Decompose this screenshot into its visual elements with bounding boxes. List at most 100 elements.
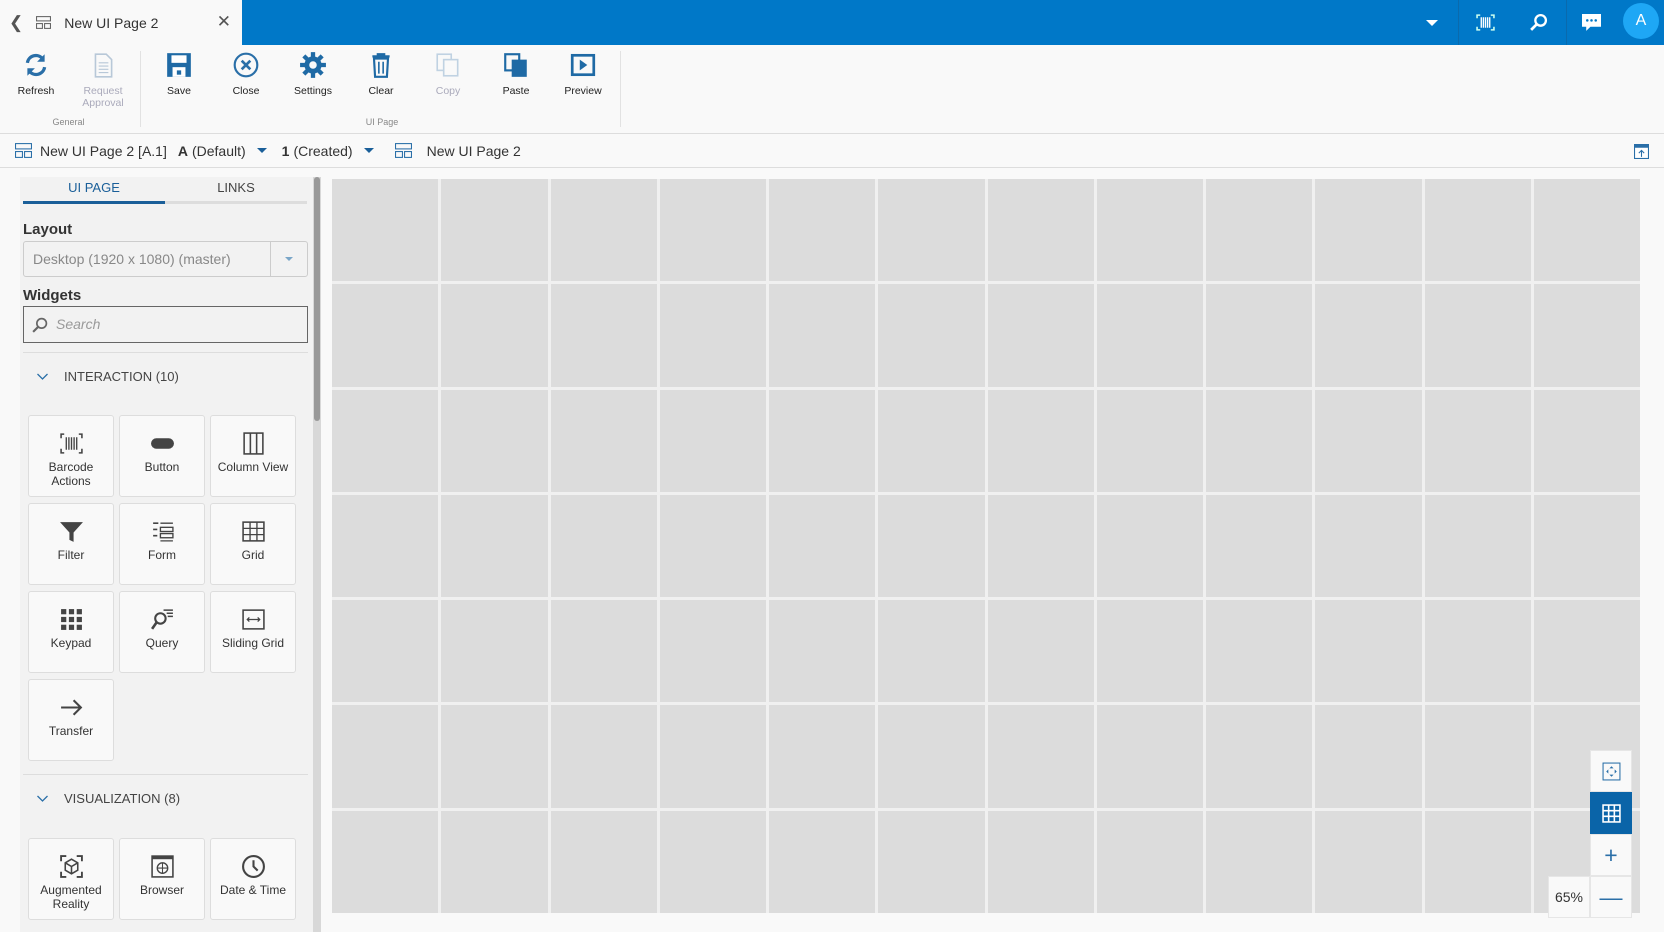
grid-cell[interactable] [769,284,876,387]
section-interaction[interactable]: INTERACTION (10) [36,369,179,384]
save-button[interactable]: Save [146,51,212,97]
grid-cell[interactable] [332,284,439,387]
widget-transfer[interactable]: Transfer [28,679,114,761]
widget-date-time[interactable]: Date & Time [210,838,296,920]
grid-cell[interactable] [659,389,766,492]
grid-cell[interactable] [878,705,985,808]
widget-query[interactable]: Query [119,591,205,673]
grid-cell[interactable] [1315,179,1422,282]
grid-cell[interactable] [987,284,1094,387]
grid-cell[interactable] [878,179,985,282]
grid-cell[interactable] [1315,389,1422,492]
grid-cell[interactable] [550,600,657,703]
widget-barcode-actions[interactable]: Barcode Actions [28,415,114,497]
widget-form[interactable]: Form [119,503,205,585]
grid-cell[interactable] [1424,494,1531,598]
grid-cell[interactable] [1533,494,1640,598]
grid-cell[interactable] [987,389,1094,492]
grid-cell[interactable] [1424,389,1531,492]
grid-cell[interactable] [332,810,439,913]
grid-cell[interactable] [441,600,548,703]
grid-cell[interactable] [878,600,985,703]
grid-cell[interactable] [550,284,657,387]
back-chevron-icon[interactable]: ❮ [9,13,23,33]
grid-cell[interactable] [1206,389,1313,492]
grid-cell[interactable] [1315,705,1422,808]
grid-cell[interactable] [878,389,985,492]
grid-cell[interactable] [1315,600,1422,703]
grid-cell[interactable] [987,600,1094,703]
grid-cell[interactable] [659,600,766,703]
grid-cell[interactable] [1315,810,1422,913]
grid-cell[interactable] [1533,389,1640,492]
grid-cell[interactable] [659,179,766,282]
grid-cell[interactable] [332,494,439,598]
grid-cell[interactable] [550,179,657,282]
grid-cell[interactable] [1206,705,1313,808]
search-icon[interactable] [1515,0,1562,45]
grid-cell[interactable] [1096,810,1203,913]
version-selector[interactable]: 1 (Created) [282,143,353,159]
widget-sliding-grid[interactable]: Sliding Grid [210,591,296,673]
grid-cell[interactable] [659,284,766,387]
widget-search-input[interactable]: Search [23,306,308,343]
grid-cell[interactable] [441,179,548,282]
grid-cell[interactable] [1206,810,1313,913]
grid-cell[interactable] [1424,600,1531,703]
layout-select[interactable]: Desktop (1920 x 1080) (master) [23,241,308,277]
grid-cell[interactable] [332,179,439,282]
grid-cell[interactable] [1533,179,1640,282]
tab-links[interactable]: LINKS [165,177,307,201]
grid-cell[interactable] [441,494,548,598]
sidebar-scrollbar[interactable] [313,177,321,932]
fit-to-screen-button[interactable] [1590,750,1632,792]
close-button[interactable]: Close [213,51,279,97]
widget-grid[interactable]: Grid [210,503,296,585]
grid-cell[interactable] [1096,389,1203,492]
grid-cell[interactable] [987,494,1094,598]
grid-cell[interactable] [1315,284,1422,387]
grid-cell[interactable] [659,705,766,808]
grid-cell[interactable] [1533,284,1640,387]
grid-cell[interactable] [441,705,548,808]
grid-cell[interactable] [550,494,657,598]
grid-cell[interactable] [1096,284,1203,387]
grid-cell[interactable] [1096,494,1203,598]
grid-cell[interactable] [332,389,439,492]
grid-cell[interactable] [1206,494,1313,598]
grid-cell[interactable] [441,389,548,492]
toggle-grid-button[interactable] [1590,792,1632,834]
grid-cell[interactable] [550,389,657,492]
zoom-in-button[interactable]: + [1590,834,1632,876]
grid-cell[interactable] [1424,810,1531,913]
widget-keypad[interactable]: Keypad [28,591,114,673]
collapse-ribbon-icon[interactable] [1634,144,1649,159]
refresh-button[interactable]: Refresh [3,51,69,97]
grid-cell[interactable] [1424,179,1531,282]
grid-cell[interactable] [332,600,439,703]
preview-button[interactable]: Preview [550,51,616,97]
grid-cell[interactable] [769,494,876,598]
settings-button[interactable]: Settings [280,51,346,97]
section-visualization[interactable]: VISUALIZATION (8) [36,791,180,806]
zoom-out-button[interactable]: — [1590,876,1632,918]
revision-dropdown-icon[interactable] [256,148,267,153]
grid-cell[interactable] [1315,494,1422,598]
grid-cell[interactable] [878,810,985,913]
widget-column-view[interactable]: Column View [210,415,296,497]
close-tab-icon[interactable]: ✕ [217,12,231,32]
grid-cell[interactable] [769,179,876,282]
grid-cell[interactable] [1096,600,1203,703]
grid-cell[interactable] [1424,705,1531,808]
grid-cell[interactable] [659,494,766,598]
grid-cell[interactable] [1533,600,1640,703]
widget-augmented-reality[interactable]: Augmented Reality [28,838,114,920]
grid-cell[interactable] [878,284,985,387]
user-avatar[interactable]: A [1623,3,1659,39]
tab-ui-page[interactable]: UI PAGE [23,177,165,204]
grid-cell[interactable] [987,705,1094,808]
design-canvas[interactable] [332,179,1640,913]
grid-cell[interactable] [769,389,876,492]
grid-cell[interactable] [1206,284,1313,387]
grid-cell[interactable] [550,810,657,913]
